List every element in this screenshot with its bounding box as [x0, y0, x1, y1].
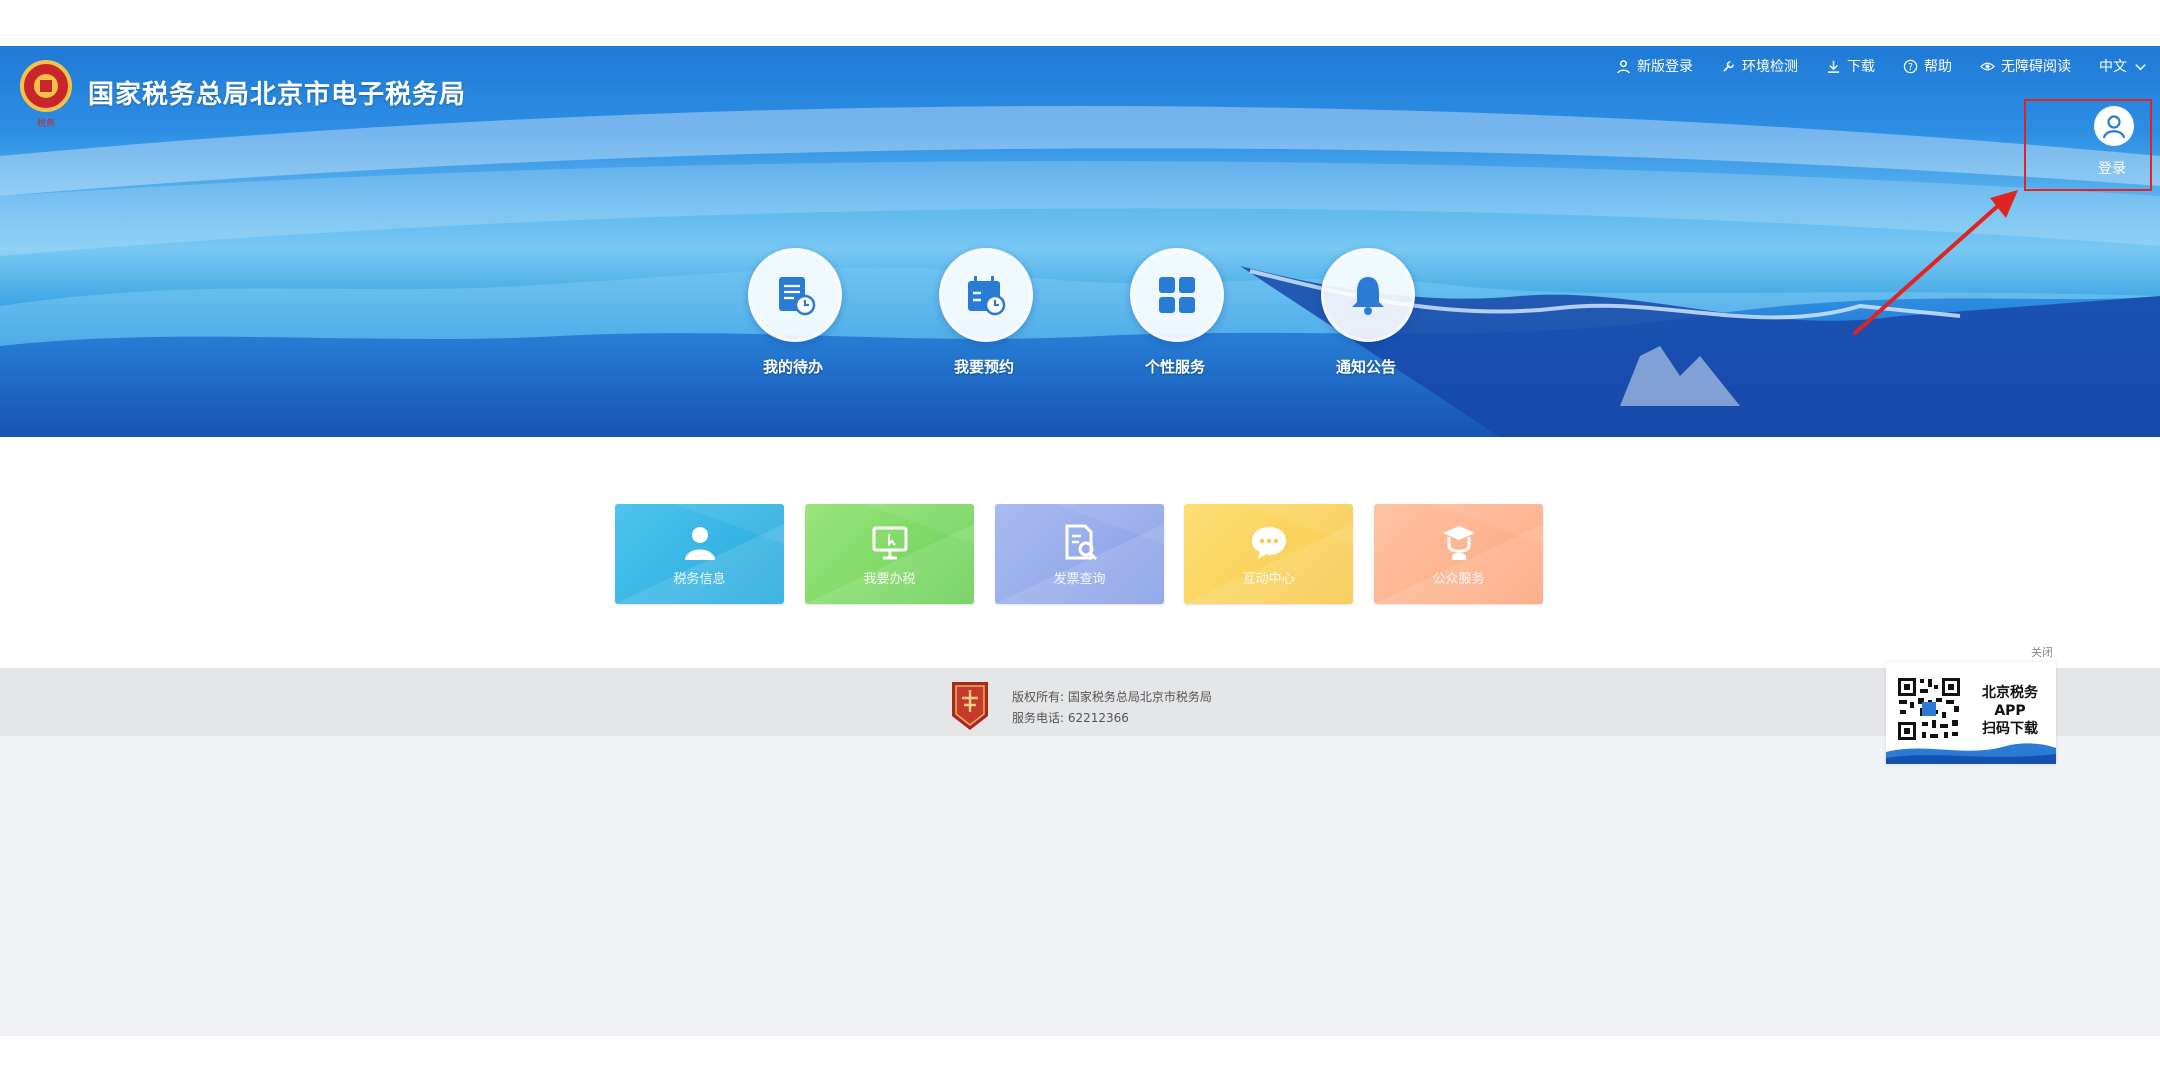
- top-nav: 新版登录 环境检测 下载 ? 帮助 无障碍阅读 中文: [1616, 56, 2148, 76]
- bell-icon: [1352, 277, 1384, 315]
- quick-personal-service[interactable]: 个性服务: [1075, 248, 1275, 398]
- nav-environment-check[interactable]: 环境检测: [1721, 56, 1798, 76]
- hero-banner: 税务 国家税务总局北京市电子税务局 新版登录 环境检测 下载 ? 帮助 无障碍阅…: [0, 46, 2160, 437]
- quick-label: 个性服务: [1144, 358, 1205, 376]
- login-button[interactable]: 登录: [2024, 99, 2152, 191]
- chat-icon: [1252, 527, 1286, 559]
- tile-interaction-center[interactable]: 互动中心: [1184, 504, 1353, 604]
- grid-icon: [1159, 277, 1195, 313]
- footer-phone: 服务电话: 62212366: [1012, 711, 1129, 725]
- nav-accessibility[interactable]: 无障碍阅读: [1980, 56, 2071, 76]
- tile-tax-info[interactable]: 税务信息: [615, 504, 784, 604]
- nav-download[interactable]: 下载: [1826, 56, 1875, 76]
- app-line-1: 北京税务: [1982, 685, 2038, 701]
- nav-language[interactable]: 中文: [2099, 56, 2148, 76]
- tile-invoice-query[interactable]: 发票查询: [995, 504, 1164, 604]
- tax-emblem-icon: 税务: [20, 60, 72, 129]
- quick-circle: [748, 248, 842, 342]
- tile-label: 互动中心: [1242, 572, 1295, 587]
- download-icon: [1827, 60, 1840, 73]
- page-body-background: [0, 736, 2160, 1036]
- user-icon: [2102, 115, 2126, 139]
- app-download-text: 北京税务 APP 扫码下载: [1970, 684, 2050, 738]
- app-download-panel: 北京税务 APP 扫码下载: [1886, 662, 2056, 764]
- nav-label: 中文: [2099, 59, 2127, 75]
- quick-label: 我要预约: [953, 358, 1014, 376]
- tile-public-service[interactable]: 公众服务: [1374, 504, 1543, 604]
- nav-new-login[interactable]: 新版登录: [1616, 56, 1693, 76]
- quick-notice[interactable]: 通知公告: [1266, 248, 1466, 398]
- tile-label: 公众服务: [1432, 572, 1485, 587]
- help-icon: ?: [1903, 59, 1918, 73]
- tile-label: 我要办税: [863, 572, 916, 587]
- qr-code-icon[interactable]: [1896, 676, 1962, 742]
- quick-circle: [1130, 248, 1224, 342]
- tax-seal-icon: [952, 682, 988, 730]
- person-icon: [685, 527, 715, 560]
- nav-label: 环境检测: [1742, 59, 1798, 75]
- wrench-icon: [1723, 60, 1734, 72]
- user-icon: [1617, 59, 1630, 73]
- site-title: 国家税务总局北京市电子税务局: [88, 80, 467, 110]
- svg-text:?: ?: [1908, 61, 1913, 72]
- tile-label: 发票查询: [1053, 572, 1106, 587]
- chevron-down-icon: [2135, 63, 2146, 70]
- red-annotation-arrow: [1852, 190, 2018, 336]
- quick-circle: [939, 248, 1033, 342]
- quick-my-todo[interactable]: 我的待办: [693, 248, 893, 398]
- footer-text: 版权所有: 国家税务总局北京市税务局 服务电话: 62212366: [1012, 687, 1212, 729]
- quick-label: 我的待办: [762, 358, 823, 376]
- nav-label: 帮助: [1924, 59, 1952, 75]
- close-qr-button[interactable]: 关闭: [2031, 644, 2053, 660]
- eye-icon: [1980, 62, 1995, 70]
- service-icon: [1443, 526, 1475, 560]
- calendar-icon: [968, 276, 1006, 316]
- nav-label: 新版登录: [1637, 59, 1693, 75]
- nav-label: 无障碍阅读: [2001, 59, 2071, 75]
- tile-label: 税务信息: [673, 572, 726, 587]
- login-label: 登录: [2098, 161, 2126, 177]
- top-whitespace: [0, 0, 2160, 46]
- monitor-icon: [872, 526, 908, 560]
- nav-label: 下载: [1847, 59, 1875, 75]
- quick-circle: [1321, 248, 1415, 342]
- svg-text:税务: 税务: [37, 117, 55, 129]
- footer-copyright: 版权所有: 国家税务总局北京市税务局: [1012, 690, 1212, 704]
- document-search-icon: [1065, 524, 1098, 561]
- quick-label: 通知公告: [1335, 358, 1396, 376]
- app-line-2: APP: [1994, 703, 2026, 719]
- app-panel-wave: [1886, 743, 2056, 764]
- todo-icon: [779, 277, 816, 316]
- tile-handle-tax[interactable]: 我要办税: [805, 504, 974, 604]
- avatar: [2094, 106, 2134, 146]
- nav-help[interactable]: ? 帮助: [1903, 56, 1952, 76]
- quick-appointment[interactable]: 我要预约: [884, 248, 1084, 398]
